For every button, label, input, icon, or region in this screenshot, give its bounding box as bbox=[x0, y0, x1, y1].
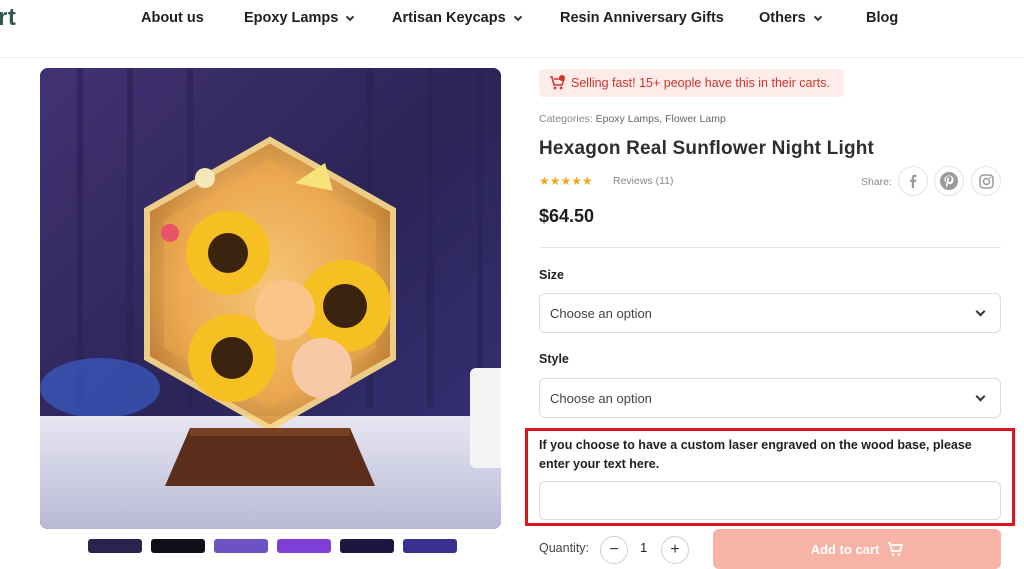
product-main-image[interactable] bbox=[40, 68, 501, 529]
cart-icon bbox=[888, 542, 904, 556]
reviews-link[interactable]: Reviews (11) bbox=[613, 175, 674, 187]
chevron-down-icon bbox=[975, 391, 986, 402]
style-select-value: Choose an option bbox=[550, 390, 652, 406]
engraving-text-input[interactable] bbox=[539, 481, 1001, 520]
chevron-down-icon bbox=[346, 12, 355, 21]
nav-label: Others bbox=[759, 10, 806, 26]
site-header: rt About us Epoxy Lamps Artisan Keycaps … bbox=[0, 0, 1024, 58]
nav-label: Artisan Keycaps bbox=[392, 10, 506, 26]
quantity-decrease-button[interactable]: − bbox=[600, 536, 628, 564]
nav-label: Resin Anniversary Gifts bbox=[560, 10, 724, 26]
chevron-down-icon bbox=[813, 12, 822, 21]
style-select[interactable]: Choose an option bbox=[539, 378, 1001, 418]
nav-blog[interactable]: Blog bbox=[866, 10, 898, 26]
pinterest-icon bbox=[940, 172, 958, 190]
style-label: Style bbox=[539, 352, 569, 366]
category-separator: , bbox=[659, 113, 663, 125]
add-to-cart-button[interactable]: Add to cart bbox=[713, 529, 1001, 569]
size-select-value: Choose an option bbox=[550, 305, 652, 321]
facebook-share-button[interactable] bbox=[898, 166, 928, 196]
nav-label: About us bbox=[141, 10, 204, 26]
facebook-icon bbox=[910, 174, 917, 188]
quantity-value[interactable]: 1 bbox=[640, 540, 647, 555]
product-title: Hexagon Real Sunflower Night Light bbox=[539, 138, 875, 159]
nav-others[interactable]: Others bbox=[759, 10, 822, 26]
quantity-label: Quantity: bbox=[539, 541, 590, 555]
nav-label: Blog bbox=[866, 10, 899, 26]
nav-artisan-keycaps[interactable]: Artisan Keycaps bbox=[392, 10, 522, 26]
size-label: Size bbox=[539, 268, 565, 282]
selling-fast-badge: Selling fast! 15+ people have this in th… bbox=[539, 69, 844, 97]
category-link-epoxy-lamps[interactable]: Epoxy Lamps bbox=[596, 113, 660, 125]
quantity-increase-button[interactable]: + bbox=[661, 536, 689, 564]
categories-label: Categories: bbox=[539, 113, 593, 125]
engraving-label: If you choose to have a custom laser eng… bbox=[539, 438, 972, 471]
cart-icon bbox=[550, 75, 565, 90]
pinterest-share-button[interactable] bbox=[934, 166, 964, 196]
product-price: $64.50 bbox=[539, 206, 595, 226]
rating-stars: ★★★★★ bbox=[539, 174, 593, 188]
nav-epoxy-lamps[interactable]: Epoxy Lamps bbox=[244, 10, 355, 26]
divider bbox=[539, 247, 1001, 248]
share-label: Share: bbox=[861, 176, 892, 188]
site-logo[interactable]: rt bbox=[0, 4, 16, 32]
nav-label: Epoxy Lamps bbox=[244, 10, 339, 26]
nav-resin-anniversary-gifts[interactable]: Resin Anniversary Gifts bbox=[560, 10, 724, 26]
badge-text: Selling fast! 15+ people have this in th… bbox=[571, 76, 830, 90]
chevron-down-icon bbox=[975, 306, 986, 317]
nav-about-us[interactable]: About us bbox=[141, 10, 204, 26]
chevron-down-icon bbox=[513, 12, 522, 21]
add-to-cart-label: Add to cart bbox=[810, 541, 880, 557]
instagram-share-button[interactable] bbox=[971, 166, 1001, 196]
sunflower-lamp-photo bbox=[40, 68, 501, 529]
product-categories: Categories: Epoxy Lamps, Flower Lamp bbox=[539, 113, 726, 125]
category-link-flower-lamp[interactable]: Flower Lamp bbox=[665, 113, 726, 125]
instagram-icon bbox=[978, 173, 994, 189]
size-select[interactable]: Choose an option bbox=[539, 293, 1001, 333]
